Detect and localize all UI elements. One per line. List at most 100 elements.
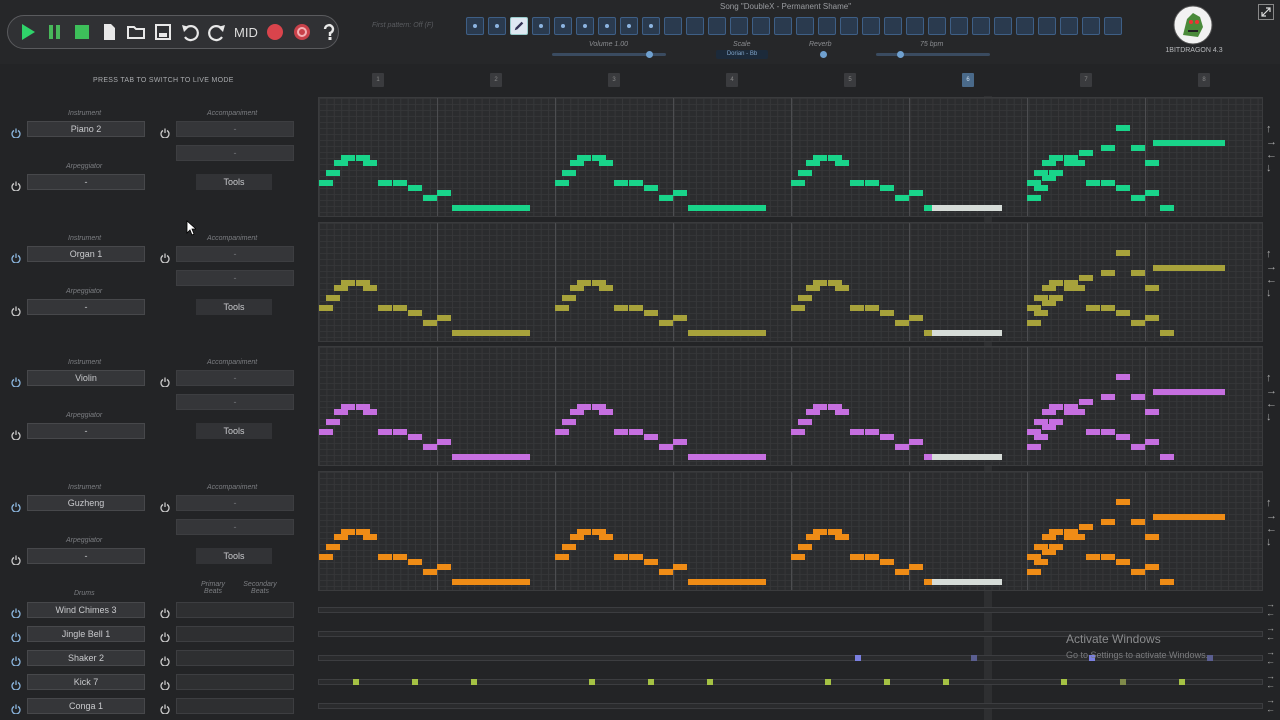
piano-roll-grid[interactable] [318,222,1263,342]
stop-icon[interactable] [72,22,92,42]
save-icon[interactable] [153,22,173,42]
note[interactable] [1086,554,1101,560]
drum-hit[interactable] [855,655,861,661]
drum-hit[interactable] [1179,679,1185,685]
note[interactable] [1101,145,1115,151]
note[interactable] [1130,270,1145,276]
note[interactable] [378,429,393,435]
note[interactable] [695,579,766,585]
note[interactable] [931,579,1002,585]
note[interactable] [1064,409,1078,415]
note[interactable] [658,195,673,201]
instrument-select[interactable]: Organ 1 [27,246,145,262]
note[interactable] [1115,125,1130,131]
note[interactable] [1049,529,1064,535]
note[interactable] [894,444,909,450]
note[interactable] [326,544,341,550]
beats-selector[interactable] [176,674,294,690]
note[interactable] [865,180,879,186]
redo-icon[interactable] [207,22,227,42]
note[interactable] [393,429,407,435]
note[interactable] [629,429,643,435]
note[interactable] [1078,524,1093,530]
pattern-slot[interactable] [1104,17,1122,35]
pause-icon[interactable] [45,22,65,42]
note[interactable] [813,529,828,535]
note[interactable] [1152,514,1225,520]
piano-roll-grid[interactable] [318,346,1263,466]
note[interactable] [562,419,577,425]
pattern-slot[interactable] [664,17,682,35]
note[interactable] [422,320,437,326]
note[interactable] [1101,429,1115,435]
accompaniment-power-icon[interactable] [160,250,170,264]
note[interactable] [407,559,422,565]
beats-power-icon[interactable] [160,629,170,643]
pattern-slot[interactable] [1016,17,1034,35]
beats-selector[interactable] [176,626,294,642]
note[interactable] [791,429,805,435]
note[interactable] [909,439,924,445]
tools-button[interactable]: Tools [196,423,272,439]
drum-lane[interactable] [318,679,1263,685]
note[interactable] [459,579,530,585]
instrument-select[interactable]: Violin [27,370,145,386]
tools-button[interactable]: Tools [196,548,272,564]
note[interactable] [1115,559,1130,565]
play-icon[interactable] [18,22,38,42]
note[interactable] [1160,454,1175,460]
note[interactable] [629,305,643,311]
arpeggiator-select[interactable]: - [27,548,145,564]
note[interactable] [614,429,629,435]
pattern-slot[interactable] [554,17,572,35]
note[interactable] [879,310,894,316]
note[interactable] [658,320,673,326]
beats-power-icon[interactable] [160,677,170,691]
note[interactable] [909,564,924,570]
note[interactable] [850,180,865,186]
note[interactable] [319,429,333,435]
note[interactable] [393,554,407,560]
drum-hit[interactable] [943,679,949,685]
drum-power-icon[interactable] [11,653,21,667]
drum-power-icon[interactable] [11,677,21,691]
note[interactable] [341,155,356,161]
note[interactable] [341,529,356,535]
folder-icon[interactable] [126,22,146,42]
pattern-slot[interactable] [928,17,946,35]
drum-hit[interactable] [471,679,477,685]
drum-select[interactable]: Jingle Bell 1 [27,626,145,642]
bpm-slider[interactable] [876,51,990,58]
record-icon[interactable] [265,22,285,42]
note[interactable] [835,534,850,540]
piano-roll-grid[interactable] [318,97,1263,217]
note[interactable] [555,429,569,435]
drum-side-arrows[interactable]: → ← [1266,600,1275,618]
note[interactable] [673,190,688,196]
note[interactable] [1160,330,1175,336]
note[interactable] [341,404,356,410]
note[interactable] [341,280,356,286]
pattern-slot[interactable] [906,17,924,35]
pattern-slot[interactable] [1082,17,1100,35]
arpeggiator-select[interactable]: - [27,423,145,439]
note[interactable] [791,305,805,311]
note[interactable] [1130,320,1145,326]
note[interactable] [1130,569,1145,575]
arpeggiator-power-icon[interactable] [11,427,21,441]
note[interactable] [798,170,813,176]
note[interactable] [695,205,766,211]
help-icon[interactable] [319,22,339,42]
note[interactable] [562,544,577,550]
note[interactable] [798,544,813,550]
note[interactable] [643,434,658,440]
note[interactable] [1027,320,1041,326]
note[interactable] [835,160,850,166]
note[interactable] [879,559,894,565]
note[interactable] [1049,155,1064,161]
note[interactable] [931,330,1002,336]
note[interactable] [1101,519,1115,525]
pattern-slot[interactable] [642,17,660,35]
note[interactable] [1101,305,1115,311]
note[interactable] [1086,429,1101,435]
